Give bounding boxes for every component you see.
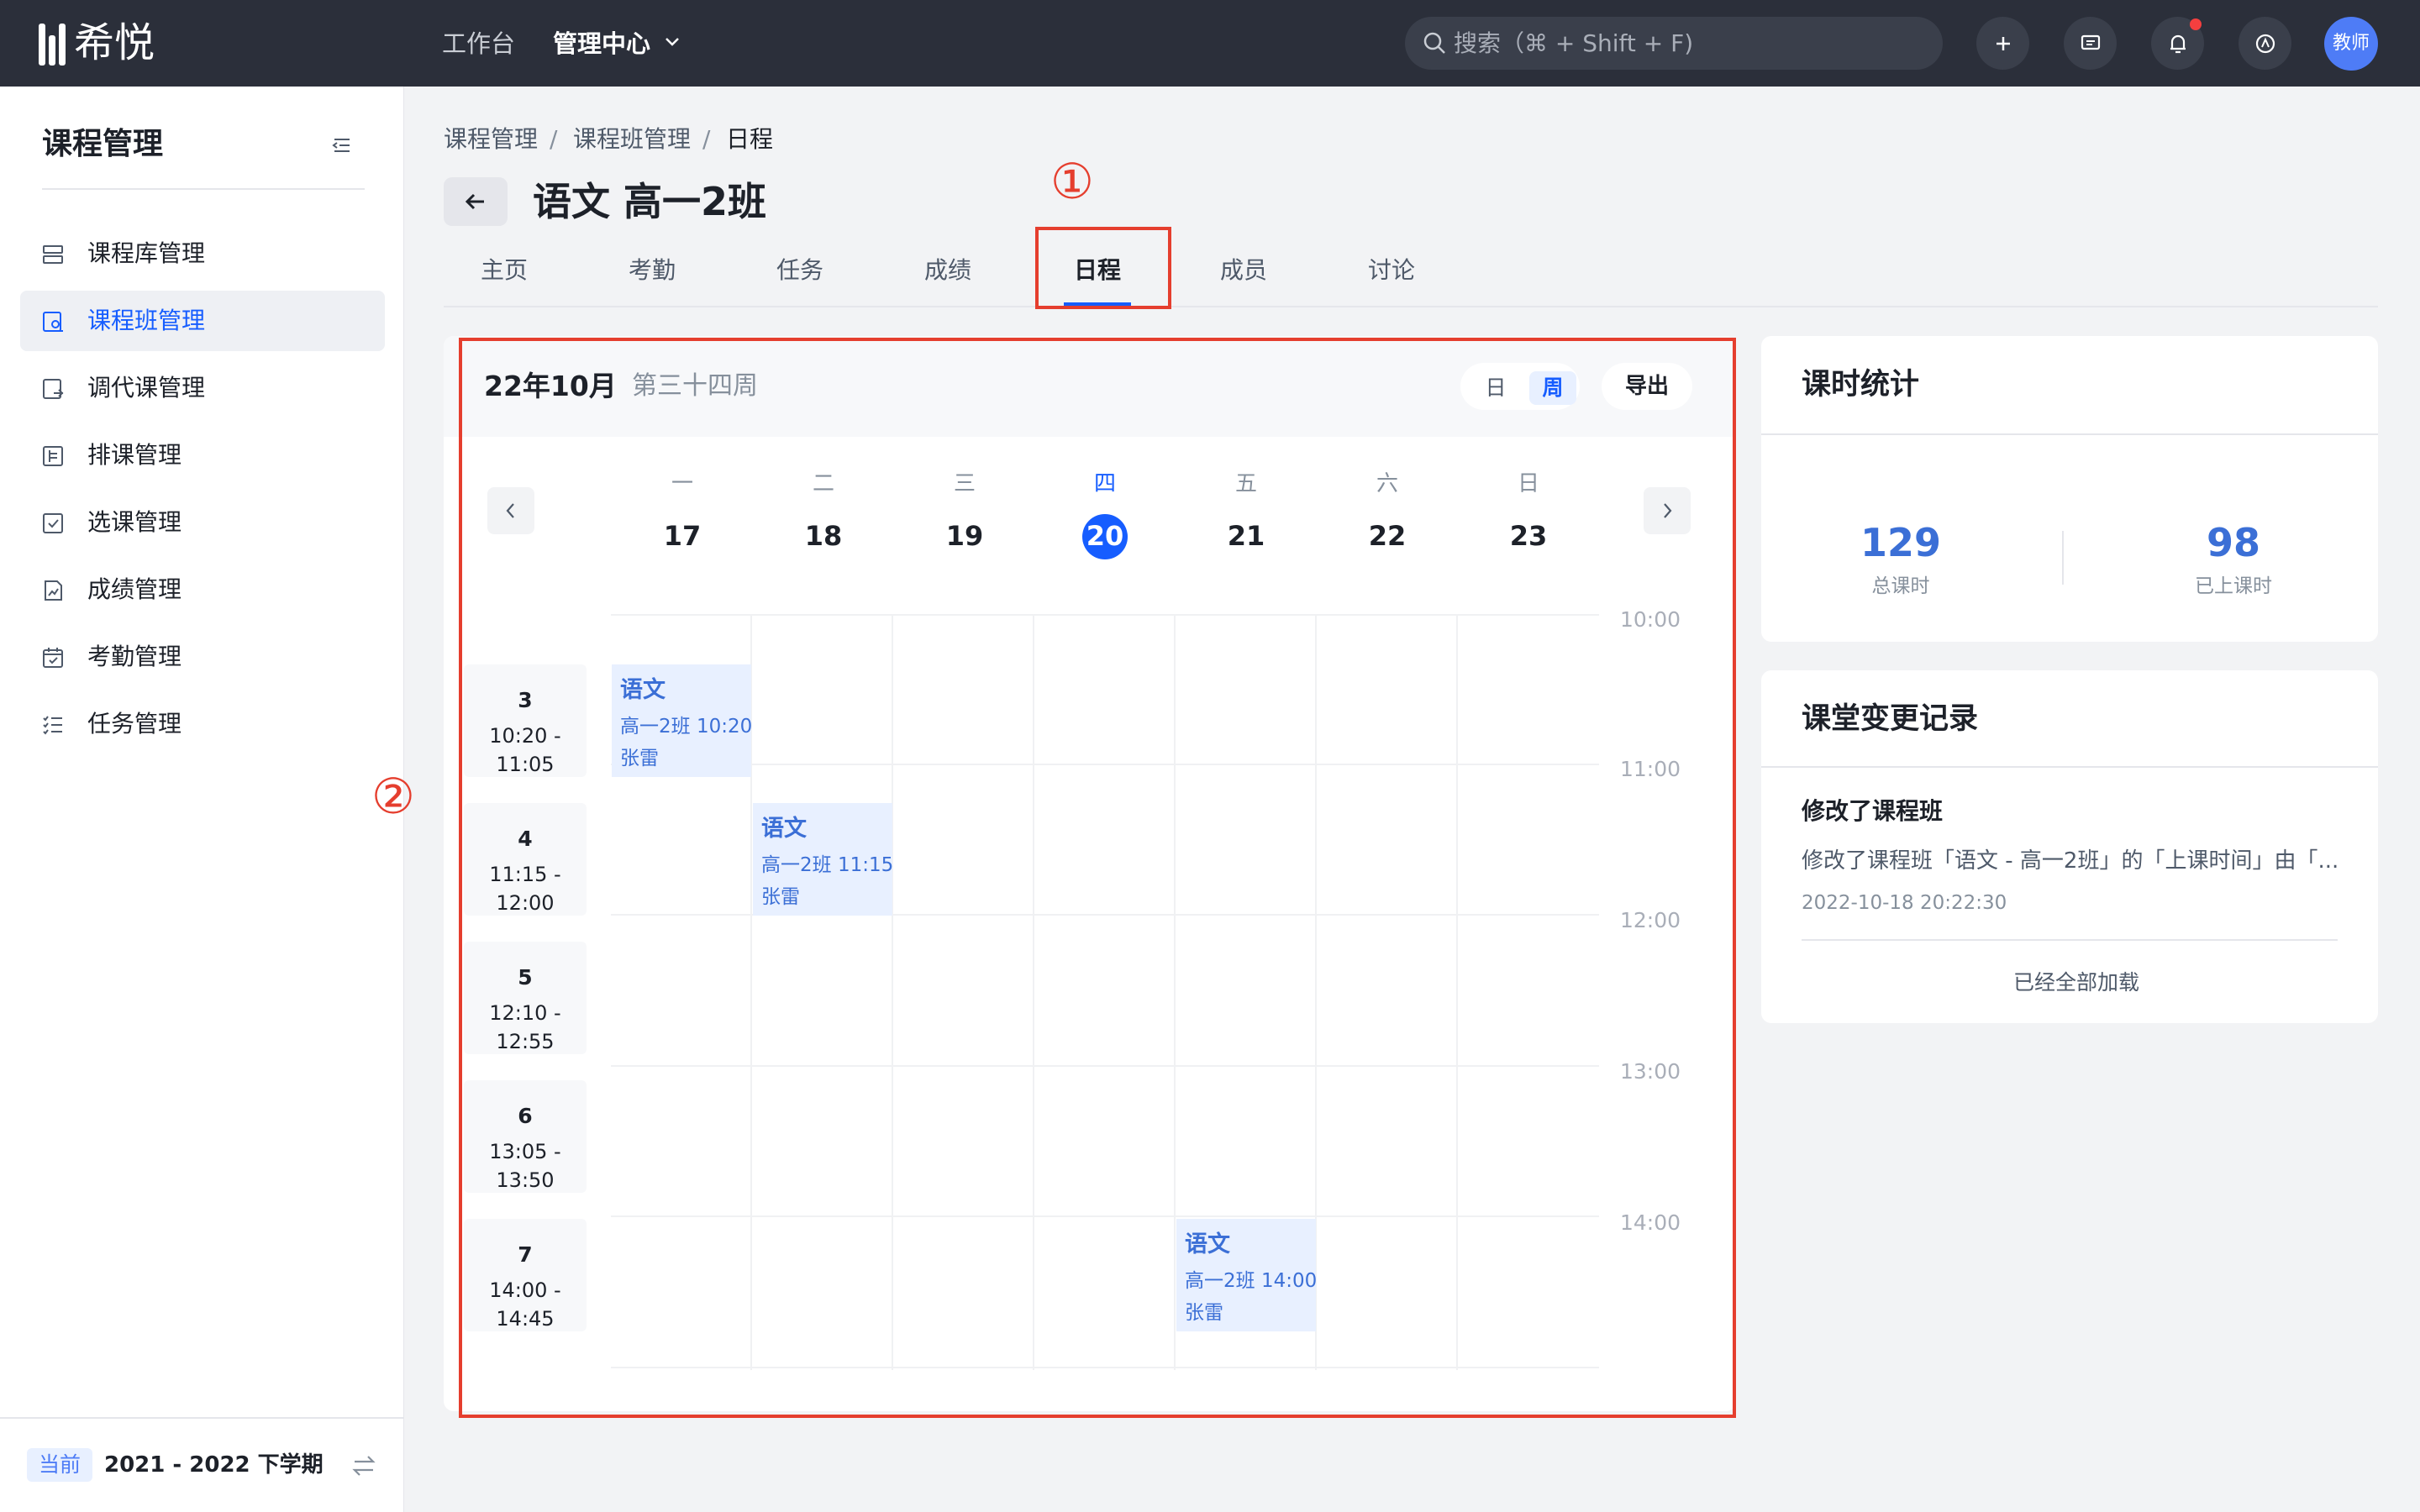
sidebar-item-tasks[interactable]: 任务管理 [20, 694, 385, 754]
chevron-down-icon[interactable] [662, 32, 682, 52]
log-entry-description[interactable]: 修改了课程班「语文 - 高一2班」的「上课时间」由「... [1802, 845, 2344, 877]
sidebar-item-grades[interactable]: 成绩管理 [20, 559, 385, 620]
bell-icon [2170, 34, 2186, 54]
back-button[interactable] [444, 177, 508, 226]
stack-icon [43, 245, 63, 264]
all-loaded-text: 已经全部加载 [2012, 970, 2139, 995]
breadcrumb-course-class[interactable]: 课程班管理 [573, 123, 691, 156]
sidebar-footer-divider [0, 1417, 404, 1419]
panel-divider [1761, 766, 2378, 768]
breadcrumb-separator: / [702, 125, 711, 153]
plus-icon [1996, 37, 2010, 50]
chat-icon [2081, 34, 2101, 50]
search-icon [1423, 32, 1445, 54]
annotation-box-1 [1035, 227, 1171, 309]
total-hours: 129 [1860, 520, 1942, 565]
stats-title: 课时统计 [1802, 368, 1920, 402]
sidebar-item-substitute[interactable]: 调代课管理 [20, 358, 385, 418]
breadcrumb-separator: / [550, 125, 558, 153]
tab-members[interactable]: 成员 [1176, 254, 1311, 287]
tabs-divider [444, 306, 2378, 307]
completed-hours-label: 已上课时 [2195, 575, 2272, 597]
collapse-icon[interactable] [329, 133, 355, 158]
add-button[interactable] [1976, 17, 2029, 70]
logo-icon [39, 24, 66, 66]
notification-dot [2190, 18, 2202, 30]
page-title: 语文 高一2班 [533, 179, 767, 224]
current-term: 2021 - 2022 下学期 [104, 1452, 324, 1478]
sidebar-title: 课程管理 [42, 127, 164, 161]
sidebar-item-label: 选课管理 [87, 508, 182, 536]
swap-doc-icon [43, 379, 64, 399]
changelog-title: 课堂变更记录 [1802, 702, 1979, 736]
annotation-number-2: ② [371, 768, 415, 825]
checkbox-icon [43, 513, 63, 533]
nav-admin-center[interactable]: 管理中心 [553, 25, 650, 62]
sidebar-divider [42, 188, 365, 190]
sidebar-item-label: 调代课管理 [87, 374, 206, 402]
sidebar-item-label: 排课管理 [87, 441, 182, 469]
swap-icon[interactable] [350, 1452, 378, 1480]
log-entry-time: 2022-10-18 20:22:30 [1802, 892, 2007, 914]
sidebar-item-label: 课程库管理 [87, 239, 206, 267]
tab-discussion[interactable]: 讨论 [1324, 254, 1459, 287]
panel-divider [1761, 433, 2378, 435]
log-divider [1802, 939, 2338, 941]
nav-workbench[interactable]: 工作台 [442, 25, 515, 62]
schedule-icon [43, 446, 63, 466]
calendar-check-icon [43, 648, 63, 668]
sidebar-item-course-class[interactable]: 课程班管理 [20, 291, 385, 351]
sidebar-item-attendance[interactable]: 考勤管理 [20, 627, 385, 687]
top-bar [0, 0, 2420, 87]
apps-button[interactable] [2238, 17, 2291, 70]
stats-divider [2062, 531, 2064, 585]
sidebar-item-course-selection[interactable]: 选课管理 [20, 492, 385, 553]
brand-name: 希悦 [74, 19, 155, 66]
sidebar-item-label: 任务管理 [87, 710, 182, 738]
completed-hours: 98 [2206, 520, 2260, 565]
grade-icon [45, 580, 62, 601]
current-term-tag: 当前 [27, 1448, 92, 1482]
annotation-box-2 [459, 338, 1736, 1418]
sidebar-item-label: 课程班管理 [87, 307, 206, 334]
search-bar[interactable] [1405, 17, 1943, 70]
search-input[interactable] [1454, 17, 1924, 70]
annotation-number-1: ① [1050, 153, 1094, 210]
messages-button[interactable] [2064, 17, 2117, 70]
sidebar-item-course-library[interactable]: 课程库管理 [20, 223, 385, 284]
tab-tasks[interactable]: 任务 [733, 254, 867, 287]
sidebar-item-scheduling[interactable]: 排课管理 [20, 425, 385, 486]
compass-icon [2255, 34, 2275, 54]
class-icon [43, 312, 63, 332]
avatar[interactable]: 教师 [2324, 17, 2378, 71]
sidebar-item-label: 考勤管理 [87, 643, 182, 670]
sidebar-item-label: 成绩管理 [87, 575, 182, 603]
arrow-left-icon [465, 193, 484, 210]
tab-attendance[interactable]: 考勤 [585, 254, 719, 287]
log-entry-title: 修改了课程班 [1802, 797, 1944, 825]
breadcrumb-course-management[interactable]: 课程管理 [444, 123, 538, 156]
tab-grades[interactable]: 成绩 [881, 254, 1015, 287]
breadcrumb-current: 日程 [726, 125, 774, 153]
task-list-icon [43, 716, 62, 735]
total-hours-label: 总课时 [1871, 575, 1930, 597]
tab-home[interactable]: 主页 [437, 254, 571, 287]
